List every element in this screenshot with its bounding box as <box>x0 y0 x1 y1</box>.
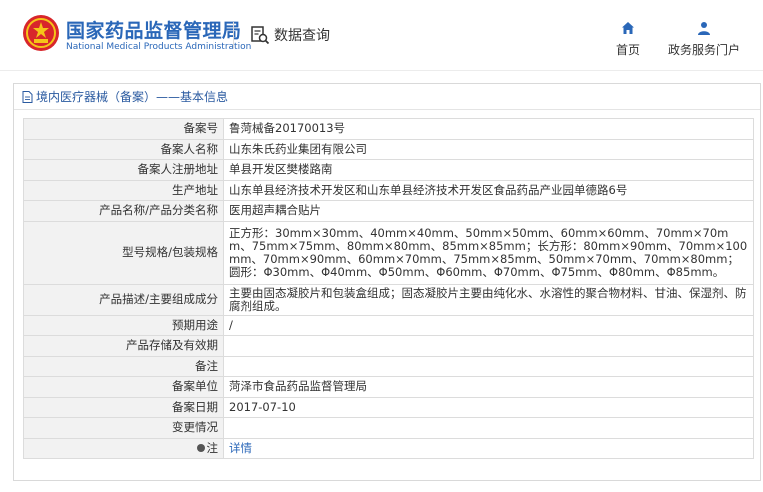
row-key: 变更情况 <box>23 417 224 439</box>
row-value <box>223 417 754 439</box>
table-row: 变更情况 <box>23 417 754 439</box>
info-panel: 境内医疗器械（备案）——基本信息 备案号 鲁菏械备20170013号 备案人名称… <box>13 83 761 481</box>
note-key-cell: 注 <box>23 437 224 459</box>
data-query-link[interactable]: 数据查询 <box>250 22 330 48</box>
home-icon <box>622 22 634 34</box>
row-key: 备案日期 <box>23 396 224 418</box>
row-value-cell: 详情 <box>223 437 754 459</box>
document-icon <box>22 90 33 103</box>
nav-service-portal-label: 政务服务门户 <box>667 43 740 57</box>
panel-header: 境内医疗器械（备案）——基本信息 <box>14 84 760 110</box>
table-row: 型号规格/包装规格 正方形：30mm×30mm、40mm×40mm、50mm×5… <box>23 220 754 285</box>
site-header: 国家药品监督管理局 National Medical Products Admi… <box>0 0 763 70</box>
details-link[interactable]: 详情 <box>229 441 252 455</box>
site-title-cn[interactable]: 国家药品监督管理局 <box>66 16 242 43</box>
info-table: 备案号 鲁菏械备20170013号 备案人名称 山东朱氏药业集团有限公司 备案人… <box>23 118 754 459</box>
row-value: 单县开发区樊楼路南 <box>223 159 754 181</box>
row-value: 医用超声耦合贴片 <box>223 200 754 222</box>
row-key: 备案人名称 <box>23 138 224 160</box>
table-row: 备案日期 2017-07-10 <box>23 396 754 418</box>
row-value: / <box>223 314 754 336</box>
document-search-icon <box>251 26 270 45</box>
row-key: 产品名称/产品分类名称 <box>23 200 224 222</box>
site-title-en: National Medical Products Administration <box>66 42 252 52</box>
table-row: 备注 <box>23 355 754 377</box>
row-key: 备案号 <box>23 118 224 140</box>
nav-home-label: 首页 <box>615 43 640 57</box>
table-row: 备案人名称 山东朱氏药业集团有限公司 <box>23 138 754 160</box>
national-emblem-icon <box>23 15 59 51</box>
table-row: 生产地址 山东单县经济技术开发区和山东单县经济技术开发区食品药品产业园单德路6号 <box>23 179 754 201</box>
row-key: 型号规格/包装规格 <box>23 220 224 285</box>
table-row: 产品名称/产品分类名称 医用超声耦合贴片 <box>23 200 754 222</box>
table-row: 预期用途 / <box>23 314 754 336</box>
nav-home[interactable]: 首页 <box>611 20 645 58</box>
table-row: 产品描述/主要组成成分 主要由固态凝胶片和包装盒组成；固态凝胶片主要由纯化水、水… <box>23 283 754 316</box>
row-key: 备注 <box>23 355 224 377</box>
row-value <box>223 335 754 357</box>
row-key: 注 <box>206 440 219 455</box>
table-row: 注 详情 <box>23 437 754 459</box>
row-value: 鲁菏械备20170013号 <box>223 118 754 140</box>
row-key: 产品描述/主要组成成分 <box>23 283 224 316</box>
row-key: 生产地址 <box>23 179 224 201</box>
row-value: 山东朱氏药业集团有限公司 <box>223 138 754 160</box>
header-separator <box>0 70 763 71</box>
row-key: 产品存储及有效期 <box>23 335 224 357</box>
row-key: 备案单位 <box>23 376 224 398</box>
user-icon <box>698 22 710 35</box>
row-key: 备案人注册地址 <box>23 159 224 181</box>
row-value: 2017-07-10 <box>223 396 754 418</box>
row-value: 菏泽市食品药品监督管理局 <box>223 376 754 398</box>
table-row: 备案号 鲁菏械备20170013号 <box>23 118 754 140</box>
table-row: 产品存储及有效期 <box>23 335 754 357</box>
row-key: 预期用途 <box>23 314 224 336</box>
nav-service-portal[interactable]: 政务服务门户 <box>665 20 743 58</box>
row-value: 主要由固态凝胶片和包装盒组成；固态凝胶片主要由纯化水、水溶性的聚合物材料、甘油、… <box>223 283 754 316</box>
header-divider <box>233 22 234 48</box>
table-row: 备案单位 菏泽市食品药品监督管理局 <box>23 376 754 398</box>
panel-title: 境内医疗器械（备案）——基本信息 <box>36 90 229 104</box>
data-query-label: 数据查询 <box>274 28 330 44</box>
table-row: 备案人注册地址 单县开发区樊楼路南 <box>23 159 754 181</box>
row-value: 山东单县经济技术开发区和山东单县经济技术开发区食品药品产业园单德路6号 <box>223 179 754 201</box>
row-value <box>223 355 754 377</box>
pin-icon <box>196 444 205 453</box>
row-value: 正方形：30mm×30mm、40mm×40mm、50mm×50mm、60mm×6… <box>223 220 754 285</box>
